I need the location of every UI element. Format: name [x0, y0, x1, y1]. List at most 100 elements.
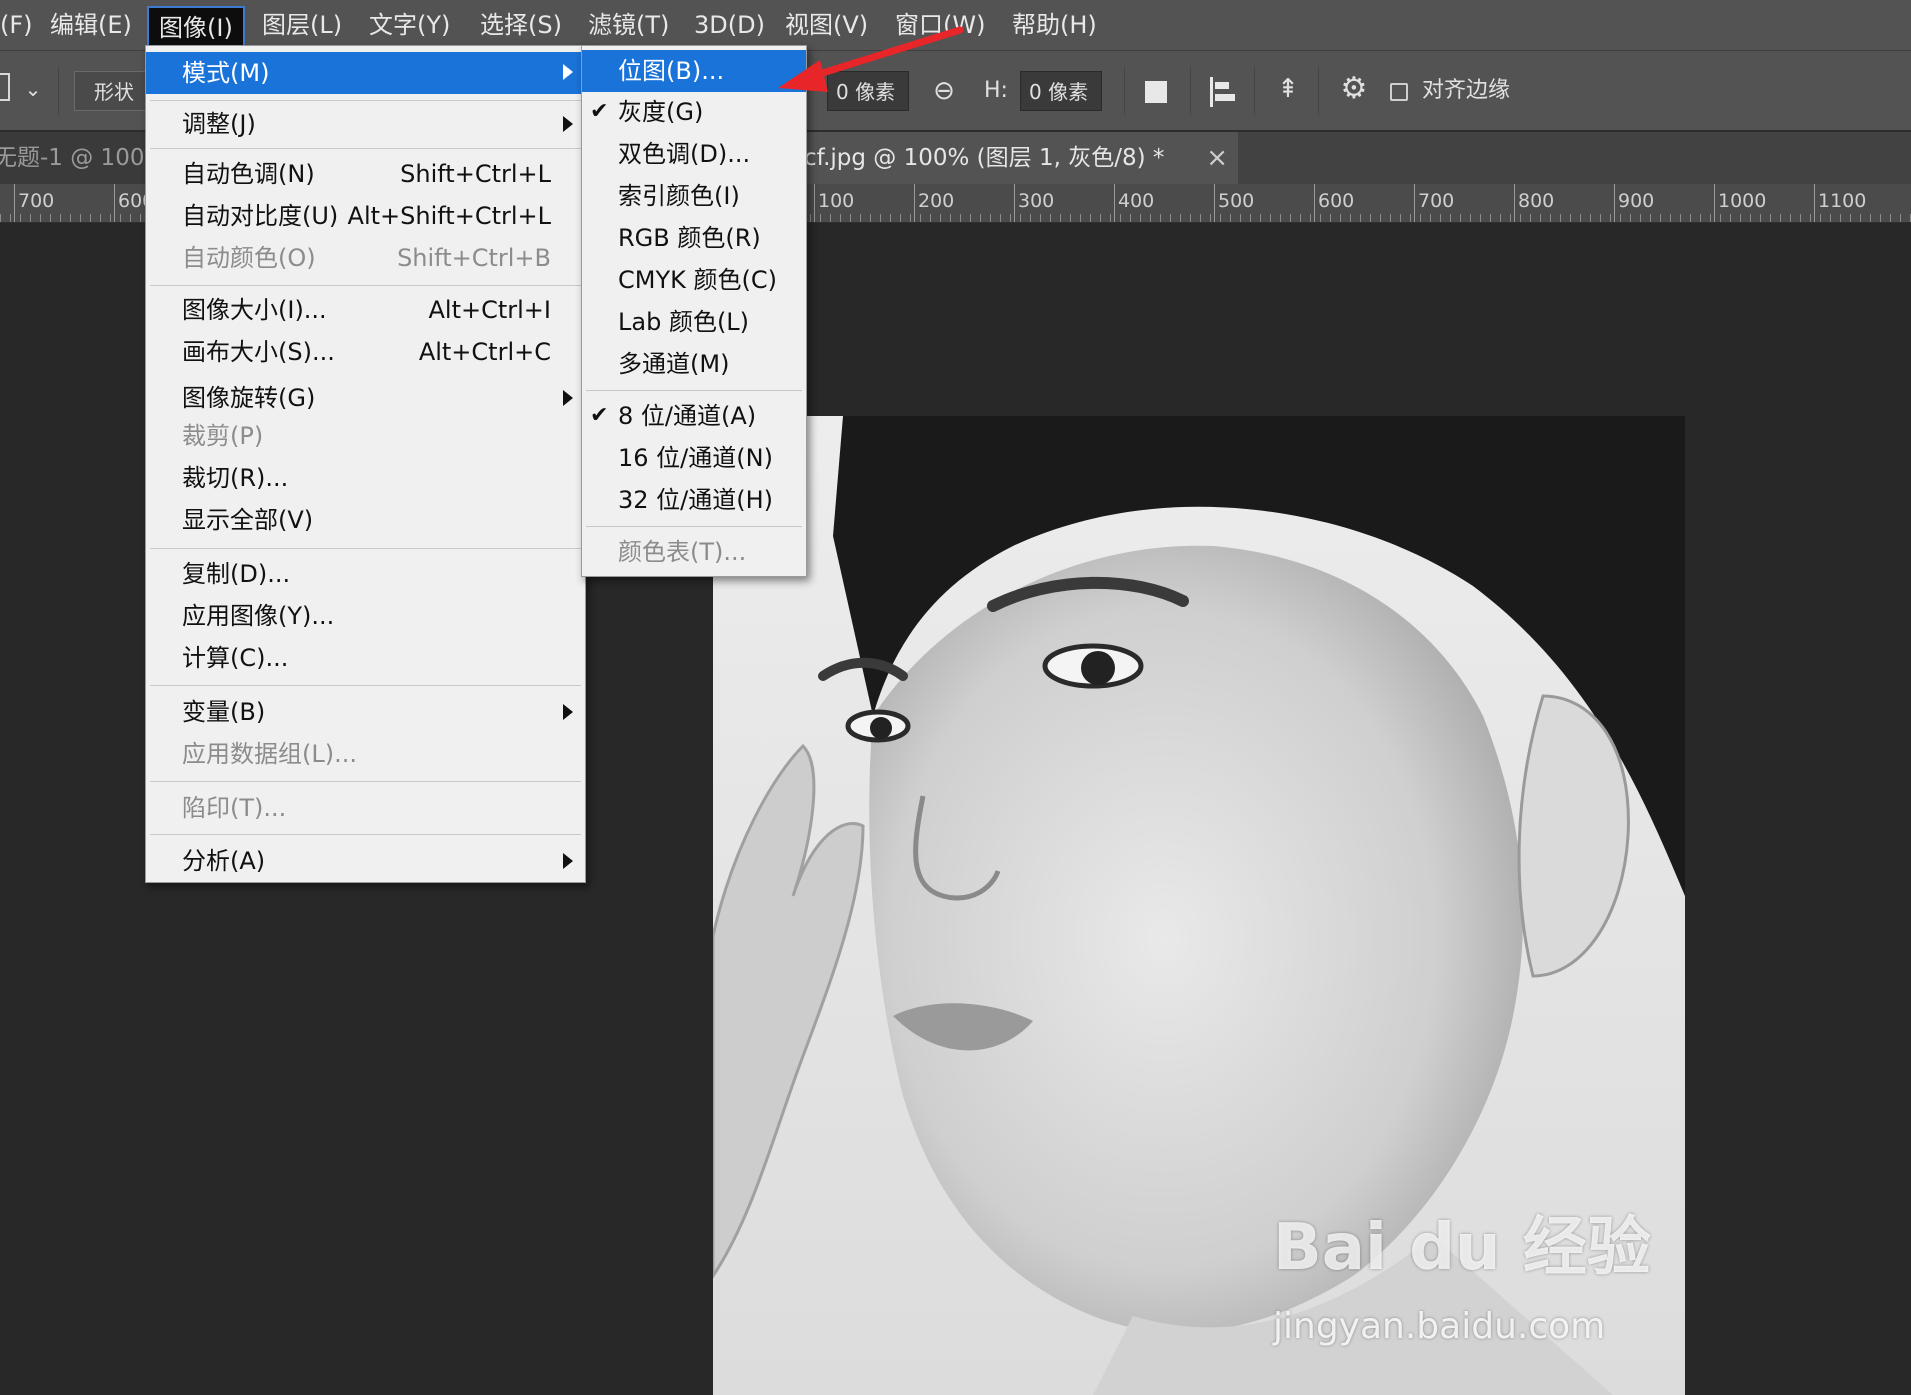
close-icon[interactable]: ×: [1206, 132, 1228, 184]
mode-item-label: 双色调(D)...: [618, 140, 751, 168]
image-menu-item-auto-color: 自动颜色(O) Shift+Ctrl+B: [146, 238, 585, 278]
image-menu-item-label: 显示全部(V): [182, 506, 314, 534]
tab-cf-jpg-label: cf.jpg @ 100% (图层 1, 灰色/8) *: [804, 145, 1165, 171]
watermark-url: jingyan.baidu.com: [1273, 1306, 1606, 1347]
submenu-arrow-icon: [563, 704, 573, 720]
shortcut-label: Alt+Shift+Ctrl+L: [347, 202, 551, 230]
image-menu-item-label: 画布大小(S)...: [182, 338, 335, 366]
baidu-watermark: Bai du 经验: [1273, 1211, 1651, 1285]
image-menu-item-label: 自动对比度(U): [182, 202, 339, 230]
image-menu-item-duplicate[interactable]: 复制(D)...: [146, 554, 585, 594]
path-operations-icon[interactable]: [1145, 81, 1167, 103]
mode-item-32bit[interactable]: 32 位/通道(H): [582, 480, 806, 520]
ruler-tick: 100: [814, 184, 854, 222]
image-menu-item-label: 裁切(R)...: [182, 464, 289, 492]
image-menu-item-image-rotation[interactable]: 图像旋转(G): [146, 378, 585, 418]
shortcut-label: Alt+Ctrl+I: [428, 296, 552, 324]
path-arrangement-icon[interactable]: ⇞: [1268, 69, 1308, 109]
height-input[interactable]: 0 像素: [1020, 71, 1102, 111]
height-label: H:: [984, 78, 1008, 103]
menu-filter[interactable]: 滤镜(T): [578, 0, 679, 50]
mode-item-label: 索引颜色(I): [618, 182, 740, 210]
tab-untitled-label: 无题-1 @ 100%: [0, 145, 167, 171]
image-menu-item-variables[interactable]: 变量(B): [146, 692, 585, 732]
canvas-photo[interactable]: Bai du 经验 jingyan.baidu.com: [713, 416, 1685, 1395]
checkmark-icon: ✔: [590, 99, 609, 124]
ruler-tick: 700: [1414, 184, 1454, 222]
gear-icon[interactable]: ⚙: [1334, 69, 1374, 109]
submenu-arrow-icon: [563, 116, 573, 132]
mode-item-label: 多通道(M): [618, 350, 730, 378]
mode-item-label: 8 位/通道(A): [618, 402, 757, 430]
image-menu-item-adjustments[interactable]: 调整(J): [146, 104, 585, 144]
path-alignment-icon[interactable]: [1210, 77, 1235, 107]
mode-item-color-table: 颜色表(T)...: [582, 532, 806, 572]
menu-file[interactable]: (F): [0, 0, 43, 50]
align-edges-checkbox[interactable]: [1390, 83, 1408, 101]
image-menu-item-canvas-size[interactable]: 画布大小(S)... Alt+Ctrl+C: [146, 332, 585, 372]
mode-item-label: 32 位/通道(H): [618, 486, 774, 514]
mode-item-indexed-color[interactable]: 索引颜色(I): [582, 176, 806, 216]
image-menu-item-mode[interactable]: 模式(M): [146, 52, 585, 94]
image-menu-item-calculations[interactable]: 计算(C)...: [146, 638, 585, 678]
mode-item-duotone[interactable]: 双色调(D)...: [582, 134, 806, 174]
image-menu-item-label: 自动色调(N): [182, 160, 315, 188]
image-menu-item-label: 分析(A): [182, 847, 266, 875]
shortcut-label: Alt+Ctrl+C: [418, 338, 551, 366]
checkmark-icon: ✔: [590, 403, 609, 428]
image-menu-item-label: 陷印(T)...: [182, 794, 287, 822]
mode-item-8bit[interactable]: ✔ 8 位/通道(A): [582, 396, 806, 436]
tool-preset-icon[interactable]: [0, 73, 10, 101]
menu-help[interactable]: 帮助(H): [1002, 0, 1107, 50]
image-menu-item-label: 应用图像(Y)...: [182, 602, 335, 630]
menu-layer[interactable]: 图层(L): [252, 0, 352, 50]
image-menu-item-label: 自动颜色(O): [182, 244, 316, 272]
ruler-tick: 1000: [1714, 184, 1766, 222]
image-menu-item-label: 裁剪(P): [182, 422, 264, 450]
ruler-tick: 1100: [1814, 184, 1866, 222]
ruler-tick: 900: [1614, 184, 1654, 222]
image-menu-item-trap: 陷印(T)...: [146, 788, 585, 828]
align-edges-label: 对齐边缘: [1422, 78, 1511, 103]
image-menu-item-auto-contrast[interactable]: 自动对比度(U) Alt+Shift+Ctrl+L: [146, 196, 585, 236]
image-menu-item-apply-data-set: 应用数据组(L)...: [146, 734, 585, 774]
image-menu-item-analysis[interactable]: 分析(A): [146, 841, 585, 881]
menu-edit[interactable]: 编辑(E): [40, 0, 142, 50]
ruler-tick: 400: [1114, 184, 1154, 222]
shape-mode-select[interactable]: 形状: [74, 71, 154, 111]
submenu-arrow-icon: [563, 64, 573, 80]
ruler-tick: 200: [914, 184, 954, 222]
submenu-arrow-icon: [563, 853, 573, 869]
mode-item-cmyk[interactable]: CMYK 颜色(C): [582, 260, 806, 300]
tab-cf-jpg[interactable]: cf.jpg @ 100% (图层 1, 灰色/8) * ×: [790, 132, 1238, 184]
ruler-tick: 600: [1314, 184, 1354, 222]
menu-select[interactable]: 选择(S): [470, 0, 572, 50]
chevron-down-icon[interactable]: ⌄: [20, 69, 46, 109]
mode-item-16bit[interactable]: 16 位/通道(N): [582, 438, 806, 478]
image-menu-item-label: 计算(C)...: [182, 644, 289, 672]
ruler-tick: 700: [14, 184, 54, 222]
mode-item-label: RGB 颜色(R): [618, 224, 761, 252]
menu-3d[interactable]: 3D(D): [684, 0, 775, 50]
menu-type[interactable]: 文字(Y): [359, 0, 460, 50]
shortcut-label: Shift+Ctrl+L: [400, 160, 551, 188]
mode-item-rgb[interactable]: RGB 颜色(R): [582, 218, 806, 258]
shortcut-label: Shift+Ctrl+B: [397, 244, 551, 272]
image-menu-item-apply-image[interactable]: 应用图像(Y)...: [146, 596, 585, 636]
red-annotation-arrow: [778, 26, 964, 92]
image-menu-item-label: 图像大小(I)...: [182, 296, 327, 324]
image-menu-item-image-size[interactable]: 图像大小(I)... Alt+Ctrl+I: [146, 290, 585, 330]
mode-submenu: 位图(B)... ✔ 灰度(G) 双色调(D)... 索引颜色(I) RGB 颜…: [581, 45, 807, 577]
image-menu-item-reveal-all[interactable]: 显示全部(V): [146, 500, 585, 540]
image-menu-item-auto-tone[interactable]: 自动色调(N) Shift+Ctrl+L: [146, 154, 585, 194]
image-menu-item-label: 调整(J): [182, 110, 256, 138]
image-menu-item-label: 变量(B): [182, 698, 266, 726]
mode-item-multichannel[interactable]: 多通道(M): [582, 344, 806, 384]
image-menu-item-label: 复制(D)...: [182, 560, 291, 588]
image-menu-item-trim[interactable]: 裁切(R)...: [146, 458, 585, 498]
mode-item-lab[interactable]: Lab 颜色(L): [582, 302, 806, 342]
mode-item-label: 位图(B)...: [618, 57, 725, 85]
mode-item-label: 16 位/通道(N): [618, 444, 773, 472]
mode-item-label: Lab 颜色(L): [618, 308, 750, 336]
menu-image[interactable]: 图像(I): [147, 6, 245, 50]
